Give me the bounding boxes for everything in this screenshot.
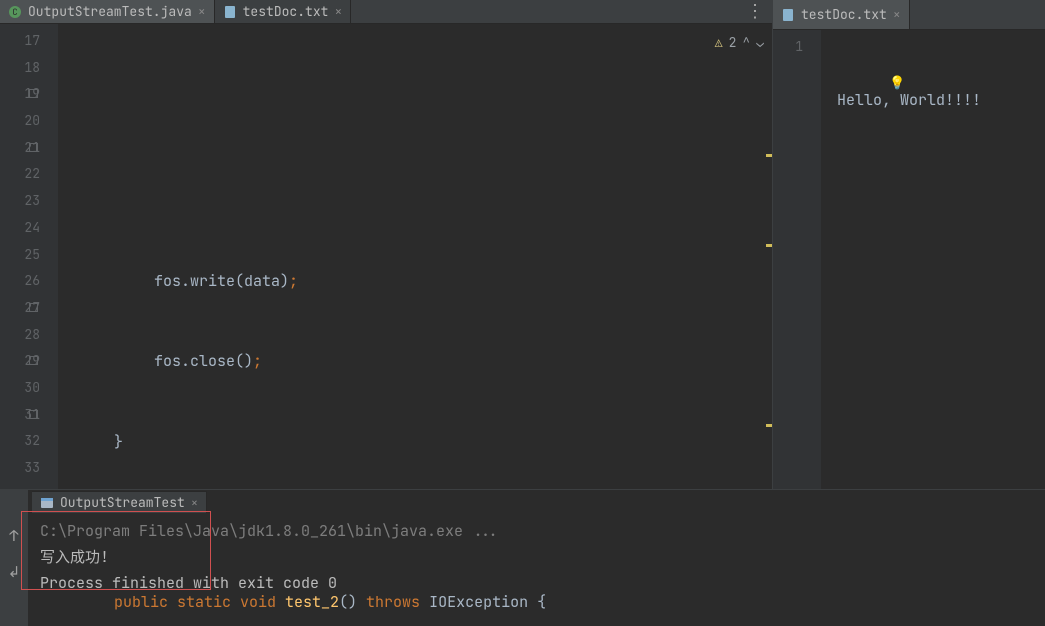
- inspection-status[interactable]: ⚠ 2 ^ ⌄: [715, 30, 764, 57]
- right-editor-body[interactable]: 1 Hello, World!!!! 💡: [773, 30, 1045, 489]
- tab-testdoc-txt-left[interactable]: testDoc.txt ×: [215, 0, 352, 23]
- tab-label: OutputStreamTest.java: [28, 3, 192, 20]
- left-code-area[interactable]: ⚠ 2 ^ ⌄ fos.write(data); fos.close(); } …: [58, 24, 772, 489]
- text-content: Hello, World!!!!: [837, 87, 1045, 114]
- right-editor-pane: testDoc.txt × 1 Hello, World!!!! 💡: [773, 0, 1045, 489]
- left-tabstrip: C OutputStreamTest.java × testDoc.txt × …: [0, 0, 772, 24]
- java-class-icon: C: [8, 5, 22, 19]
- lightbulb-intention-icon[interactable]: 💡: [889, 70, 905, 97]
- svg-text:C: C: [12, 6, 17, 18]
- run-config-tab[interactable]: OutputStreamTest ×: [32, 491, 207, 513]
- right-gutter: 1: [773, 30, 821, 489]
- left-editor-pane: C OutputStreamTest.java × testDoc.txt × …: [0, 0, 773, 489]
- fold-icon[interactable]: [29, 356, 38, 365]
- fold-icon[interactable]: [29, 143, 38, 152]
- console-output[interactable]: C:\Program Files\Java\jdk1.8.0_261\bin\j…: [28, 514, 1045, 600]
- console-body: OutputStreamTest × C:\Program Files\Java…: [28, 490, 1045, 626]
- run-tool-window: ↑ ↲ OutputStreamTest × C:\Program Files\…: [0, 489, 1045, 626]
- warning-count: 2: [729, 30, 737, 57]
- console-line: 写入成功!: [40, 544, 1033, 570]
- right-code-area[interactable]: Hello, World!!!! 💡: [821, 30, 1045, 489]
- close-icon[interactable]: ×: [893, 6, 901, 23]
- scroll-up-icon[interactable]: ↑: [9, 526, 18, 546]
- close-icon[interactable]: ×: [198, 3, 206, 20]
- text-file-icon: [223, 5, 237, 19]
- right-tabstrip: testDoc.txt ×: [773, 0, 1045, 30]
- left-editor-body[interactable]: 17 18 19 20 21 22 23 24 25 26 27 28 29 3…: [0, 24, 772, 489]
- tab-label: testDoc.txt: [801, 6, 887, 23]
- console-side-toolbar: ↑ ↲: [0, 490, 28, 626]
- application-icon: [40, 496, 54, 510]
- tab-label: testDoc.txt: [243, 3, 329, 20]
- close-icon[interactable]: ×: [334, 3, 342, 20]
- console-line: Process finished with exit code 0: [40, 570, 1033, 596]
- soft-wrap-icon[interactable]: ↲: [8, 562, 21, 582]
- fold-icon[interactable]: [29, 303, 38, 312]
- warning-icon: ⚠: [715, 30, 723, 57]
- console-line: C:\Program Files\Java\jdk1.8.0_261\bin\j…: [40, 518, 1033, 544]
- text-file-icon: [781, 8, 795, 22]
- fold-icon[interactable]: [29, 410, 38, 419]
- tab-testdoc-txt-right[interactable]: testDoc.txt ×: [773, 0, 910, 29]
- tab-outputstreamtest-java[interactable]: C OutputStreamTest.java ×: [0, 0, 215, 23]
- run-config-label: OutputStreamTest: [60, 494, 185, 511]
- next-highlight-icon[interactable]: ⌄: [756, 30, 764, 57]
- fold-icon[interactable]: [29, 89, 38, 98]
- left-gutter: 17 18 19 20 21 22 23 24 25 26 27 28 29 3…: [0, 24, 58, 489]
- prev-highlight-icon[interactable]: ^: [742, 30, 750, 57]
- close-icon[interactable]: ×: [191, 495, 198, 511]
- tab-overflow-icon[interactable]: ⋮: [738, 0, 772, 23]
